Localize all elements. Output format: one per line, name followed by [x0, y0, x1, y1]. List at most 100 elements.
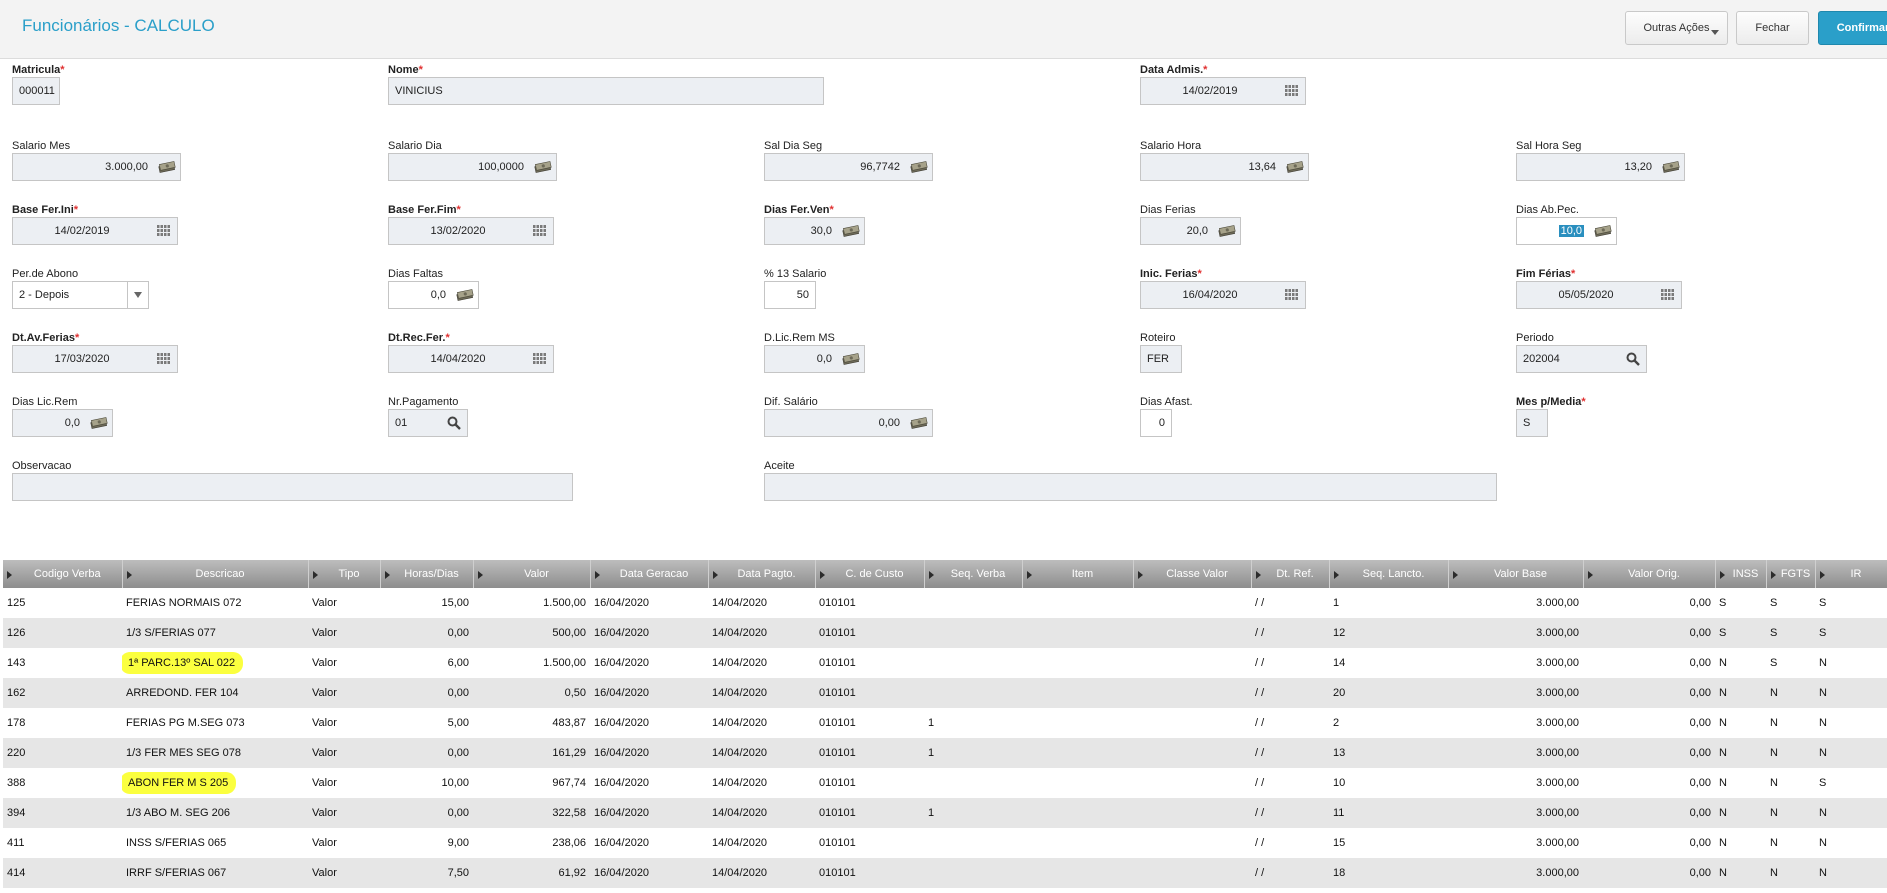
- table-cell: 3.000,00: [1448, 798, 1583, 828]
- d-lic-rem-ms-input[interactable]: 0,0: [764, 345, 865, 373]
- table-cell: 010101: [815, 738, 924, 768]
- dias-afast-input[interactable]: 0: [1140, 409, 1172, 437]
- calendar-icon[interactable]: [151, 346, 177, 372]
- column-header[interactable]: FGTS: [1766, 560, 1816, 588]
- table-cell: / /: [1251, 618, 1329, 648]
- calendar-icon[interactable]: [527, 346, 553, 372]
- table-row[interactable]: 220 1/3 FER MES SEG 078 Valor 0,00 161,29 16/…: [3, 738, 1887, 768]
- salario-dia-input[interactable]: 100,0000: [388, 153, 557, 181]
- column-header[interactable]: Dt. Ref.: [1251, 560, 1330, 588]
- verbas-grid: Codigo Verba Descricao Tipo Horas/Dias Valor…: [3, 560, 1887, 893]
- search-icon[interactable]: [1620, 346, 1646, 372]
- column-header[interactable]: IR: [1815, 560, 1887, 588]
- column-header[interactable]: Valor Orig.: [1583, 560, 1716, 588]
- column-header[interactable]: Tipo: [308, 560, 381, 588]
- table-row[interactable]: 162 ARREDOND. FER 104 Valor 0,00 0,50 16/04/2…: [3, 678, 1887, 708]
- table-row[interactable]: 388 ABON FER M S 205 Valor 10,00 967,74 16/04…: [3, 768, 1887, 798]
- column-header[interactable]: Valor Base: [1448, 560, 1584, 588]
- periodo-input[interactable]: 202004: [1516, 345, 1647, 373]
- column-header[interactable]: Seq. Verba: [924, 560, 1023, 588]
- outras-acoes-button[interactable]: Outras Ações: [1625, 11, 1728, 45]
- dif-salario-input[interactable]: 0,00: [764, 409, 933, 437]
- table-row[interactable]: 125 FERIAS NORMAIS 072 Valor 15,00 1.500,00 1…: [3, 588, 1887, 618]
- table-cell: 010101: [815, 648, 924, 678]
- money-icon[interactable]: [530, 154, 556, 180]
- money-icon[interactable]: [1658, 154, 1684, 180]
- observacao-input[interactable]: [12, 473, 573, 501]
- chevron-down-icon[interactable]: [127, 282, 148, 308]
- money-icon[interactable]: [452, 282, 478, 308]
- table-cell: 14/04/2020: [708, 708, 815, 738]
- inic-ferias-input[interactable]: 16/04/2020: [1140, 281, 1306, 309]
- sal-dia-seg-input[interactable]: 96,7742: [764, 153, 933, 181]
- column-header[interactable]: Horas/Dias: [380, 560, 474, 588]
- table-row[interactable]: 126 1/3 S/FERIAS 077 Valor 0,00 500,00 16/04/…: [3, 618, 1887, 648]
- table-row[interactable]: 394 1/3 ABO M. SEG 206 Valor 0,00 322,58 16/0…: [3, 798, 1887, 828]
- column-header[interactable]: INSS: [1715, 560, 1767, 588]
- column-header[interactable]: Data Geracao: [590, 560, 709, 588]
- table-row[interactable]: 143 1ª PARC.13º SAL 022 Valor 6,00 1.500,00 1…: [3, 648, 1887, 678]
- calendar-icon[interactable]: [1655, 282, 1681, 308]
- mes-p-media-input[interactable]: S: [1516, 409, 1548, 437]
- base-fer-fim-input[interactable]: 13/02/2020: [388, 217, 554, 245]
- aceite-input[interactable]: [764, 473, 1497, 501]
- table-row[interactable]: 411 INSS S/FERIAS 065 Valor 9,00 238,06 16/04…: [3, 828, 1887, 858]
- dt-rec-fer-input[interactable]: 14/04/2020: [388, 345, 554, 373]
- column-header[interactable]: Seq. Lancto.: [1329, 560, 1449, 588]
- table-cell: 10: [1329, 768, 1448, 798]
- column-header[interactable]: Classe Valor: [1133, 560, 1252, 588]
- salario-mes-input[interactable]: 3.000,00: [12, 153, 181, 181]
- dias-ferias-input[interactable]: 20,0: [1140, 217, 1241, 245]
- table-cell: 14/04/2020: [708, 768, 815, 798]
- confirmar-button[interactable]: Confirmar: [1818, 11, 1887, 45]
- table-cell: 16/04/2020: [590, 588, 708, 618]
- money-icon[interactable]: [838, 218, 864, 244]
- dias-faltas-input[interactable]: 0,0: [388, 281, 479, 309]
- pct-13-salario-input[interactable]: 50: [764, 281, 816, 309]
- salario-hora-input[interactable]: 13,64: [1140, 153, 1309, 181]
- table-cell: 16/04/2020: [590, 618, 708, 648]
- dt-av-ferias-input[interactable]: 17/03/2020: [12, 345, 178, 373]
- nome-input[interactable]: VINICIUS: [388, 77, 824, 105]
- data-admis-input[interactable]: 14/02/2019: [1140, 77, 1306, 105]
- table-cell: 238,06: [473, 828, 590, 858]
- money-icon[interactable]: [906, 410, 932, 436]
- money-icon[interactable]: [1214, 218, 1240, 244]
- column-header[interactable]: Data Pagto.: [708, 560, 816, 588]
- calendar-icon[interactable]: [1279, 282, 1305, 308]
- per-de-abono-select[interactable]: 2 - Depois: [12, 281, 149, 309]
- dias-ab-pec-input[interactable]: 10,0: [1516, 217, 1617, 245]
- table-cell: 15: [1329, 828, 1448, 858]
- search-icon[interactable]: [441, 410, 467, 436]
- column-header[interactable]: Descricao: [122, 560, 309, 588]
- fechar-button[interactable]: Fechar: [1736, 11, 1809, 45]
- money-icon[interactable]: [1282, 154, 1308, 180]
- column-header[interactable]: Item: [1022, 560, 1134, 588]
- money-icon[interactable]: [154, 154, 180, 180]
- calendar-icon[interactable]: [1279, 78, 1305, 104]
- column-header[interactable]: Valor: [473, 560, 591, 588]
- fim-ferias-input[interactable]: 05/05/2020: [1516, 281, 1682, 309]
- calendar-icon[interactable]: [151, 218, 177, 244]
- table-cell: 3.000,00: [1448, 588, 1583, 618]
- dias-fer-ven-input[interactable]: 30,0: [764, 217, 865, 245]
- money-icon[interactable]: [838, 346, 864, 372]
- column-header[interactable]: Codigo Verba: [3, 560, 123, 588]
- money-icon[interactable]: [906, 154, 932, 180]
- money-icon[interactable]: [86, 410, 112, 436]
- column-header[interactable]: C. de Custo: [815, 560, 925, 588]
- calendar-icon[interactable]: [527, 218, 553, 244]
- table-cell: [924, 858, 1022, 888]
- matricula-input[interactable]: 000011: [12, 77, 60, 105]
- base-fer-ini-input[interactable]: 14/02/2019: [12, 217, 178, 245]
- sal-hora-seg-input[interactable]: 13,20: [1516, 153, 1685, 181]
- nr-pagamento-input[interactable]: 01: [388, 409, 468, 437]
- roteiro-input[interactable]: FER: [1140, 345, 1182, 373]
- table-row[interactable]: 178 FERIAS PG M.SEG 073 Valor 5,00 483,87 16/…: [3, 708, 1887, 738]
- table-cell: [1133, 798, 1251, 828]
- table-cell: 414: [3, 858, 122, 888]
- table-row[interactable]: 414 IRRF S/FERIAS 067 Valor 7,50 61,92 16/04/…: [3, 858, 1887, 888]
- dias-lic-rem-input[interactable]: 0,0: [12, 409, 113, 437]
- table-cell: 143: [3, 648, 122, 678]
- money-icon[interactable]: [1590, 218, 1616, 244]
